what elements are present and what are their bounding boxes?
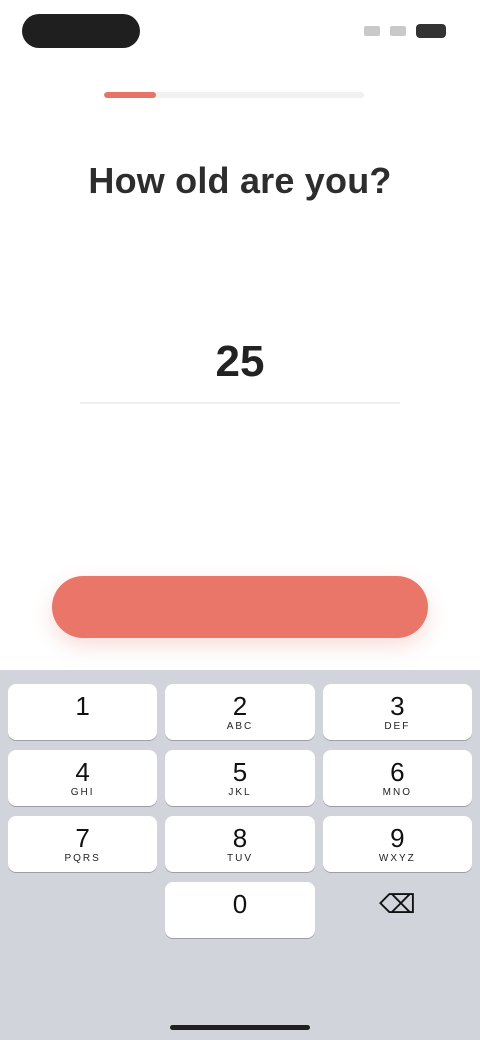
key-number: ⌫ (378, 888, 416, 919)
keypad-key-1[interactable]: 1 (8, 684, 158, 740)
key-number: 9 (390, 822, 405, 853)
key-number: 7 (75, 822, 90, 853)
page-title: How old are you? (88, 160, 392, 201)
home-indicator (170, 1025, 310, 1030)
key-letters: TUV (226, 852, 253, 864)
age-input[interactable]: 25 (80, 322, 400, 404)
keypad-key-6[interactable]: 6 MNO (322, 750, 472, 806)
keypad-key-4[interactable]: 4 GHI (8, 750, 158, 806)
keypad-key-5[interactable]: 5 JKL (165, 750, 315, 806)
status-icons (364, 24, 446, 38)
delete-key[interactable]: ⌫ (323, 882, 472, 938)
progress-fill (104, 92, 156, 98)
key-number: 6 (390, 756, 405, 787)
continue-button[interactable] (52, 576, 428, 638)
numeric-keypad: 1 2 ABC 3 DEF 4 GHI 5 JKL 6 MNO 7 PQRS 8 TUV 9 WXYZ 0 ⌫ (0, 670, 480, 1040)
key-number: 0 (232, 888, 248, 919)
keypad-key-3[interactable]: 3 DEF (322, 684, 472, 740)
key-number: 3 (390, 690, 405, 721)
keypad-blank (8, 882, 157, 938)
keypad-key-2[interactable]: 2 ABC (165, 684, 315, 740)
signal-icon (364, 26, 380, 36)
keypad-key-8[interactable]: 8 TUV (165, 816, 315, 872)
age-value: 25 (215, 337, 265, 386)
wifi-icon (390, 26, 406, 36)
keypad-key-9[interactable]: 9 WXYZ (322, 816, 472, 872)
key-letters: PQRS (64, 852, 101, 864)
key-letters: MNO (382, 786, 412, 798)
key-letters: DEF (384, 720, 411, 732)
key-number: 8 (232, 822, 248, 853)
key-number: 2 (232, 690, 248, 721)
age-onboarding-screen: How old are you? 25 1 2 ABC 3 DEF 4 GHI 5 JKL 6 MN… (0, 0, 480, 1040)
keypad-key-0[interactable]: 0 (165, 882, 315, 938)
key-number: 4 (75, 756, 90, 787)
battery-icon (416, 24, 446, 38)
key-letters: GHI (70, 786, 95, 798)
dynamic-island (22, 14, 140, 48)
key-letters: ABC (226, 720, 254, 732)
key-number: 5 (232, 756, 248, 787)
status-bar (0, 0, 480, 64)
keypad-key-7[interactable]: 7 PQRS (8, 816, 158, 872)
keypad-grid: 1 2 ABC 3 DEF 4 GHI 5 JKL 6 MNO 7 PQRS 8 TUV 9 WXYZ 0 ⌫ (8, 684, 472, 938)
key-number: 1 (75, 690, 90, 721)
key-letters: JKL (228, 786, 252, 798)
progress-bar (104, 92, 364, 98)
key-letters: WXYZ (378, 852, 416, 864)
